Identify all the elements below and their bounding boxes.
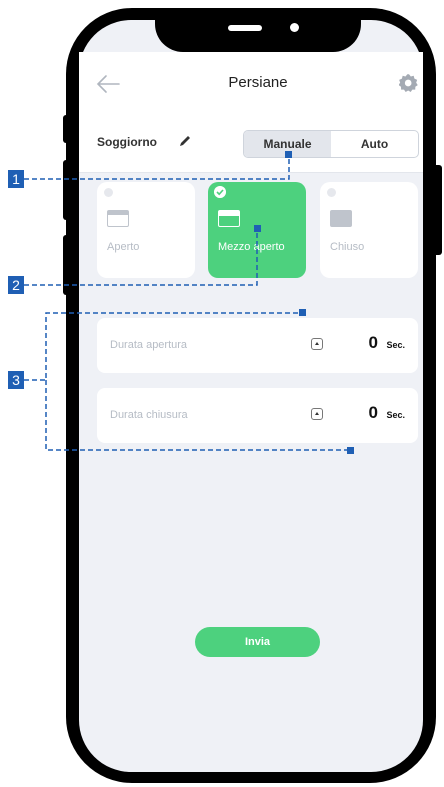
duration-label: Durata apertura (110, 339, 188, 351)
pencil-icon[interactable] (178, 134, 192, 148)
position-label: Chiuso (330, 241, 365, 253)
submit-button[interactable]: Invia (195, 627, 320, 657)
duration-stepper-icon[interactable] (311, 338, 323, 350)
position-card-open[interactable]: Aperto (97, 182, 195, 278)
radio-dot (104, 188, 113, 197)
phone-side-button (432, 165, 442, 255)
duration-row-opening: Durata apertura 0 Sec. (97, 318, 418, 373)
duration-unit: Sec. (386, 410, 405, 420)
duration-label: Durata chiusura (110, 409, 188, 421)
duration-row-closing: Durata chiusura 0 Sec. (97, 388, 418, 443)
callout-marker-3: 3 (8, 371, 24, 389)
window-half-open-icon (218, 210, 240, 227)
mode-manual-button[interactable]: Manuale (244, 131, 331, 157)
mode-toggle: Manuale Auto (243, 130, 419, 158)
callout-marker-2: 2 (8, 276, 24, 294)
phone-side-button (63, 115, 73, 143)
mode-auto-button[interactable]: Auto (331, 131, 418, 157)
room-name: Soggiorno (97, 135, 157, 149)
duration-value: 0 (368, 333, 378, 352)
checkmark-icon (214, 186, 226, 198)
window-closed-icon (330, 210, 352, 227)
callout-marker-1: 1 (8, 170, 24, 188)
phone-side-button (63, 160, 73, 220)
position-label: Mezzo aperto (218, 241, 285, 253)
duration-value: 0 (368, 403, 378, 422)
position-card-closed[interactable]: Chiuso (320, 182, 418, 278)
position-label: Aperto (107, 241, 140, 253)
gear-icon[interactable] (399, 73, 419, 93)
camera (290, 23, 299, 32)
position-card-half-open[interactable]: Mezzo aperto (208, 182, 306, 278)
phone-side-button (63, 235, 73, 295)
window-open-icon (107, 210, 129, 227)
radio-dot (327, 188, 336, 197)
duration-stepper-icon[interactable] (311, 408, 323, 420)
page-title: Persiane (228, 74, 288, 91)
duration-unit: Sec. (386, 340, 405, 350)
speaker (228, 25, 262, 31)
